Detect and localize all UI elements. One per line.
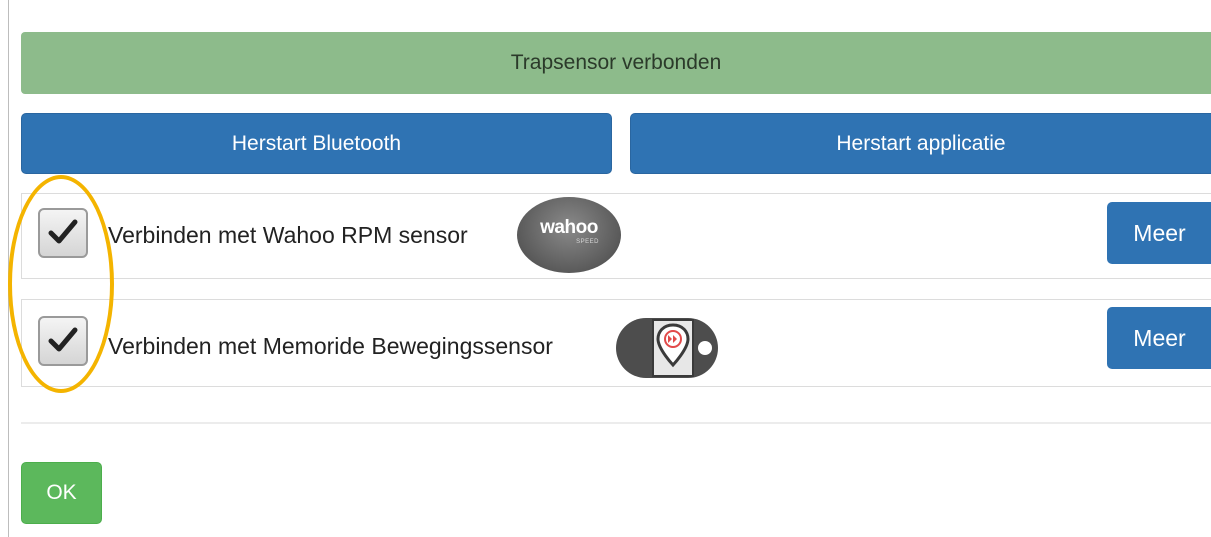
- sensor-row-wahoo: Verbinden met Wahoo RPM sensor wahoo SPE…: [21, 193, 1211, 279]
- ok-label: OK: [46, 481, 77, 504]
- sensor-row-memoride: Verbinden met Memoride Bewegingssensor M…: [21, 299, 1211, 387]
- ok-button[interactable]: OK: [21, 462, 102, 524]
- memoride-more-button[interactable]: Meer: [1107, 307, 1211, 369]
- memoride-logo-panel: [652, 319, 694, 377]
- footer-divider: [21, 422, 1211, 424]
- left-border: [8, 0, 9, 537]
- wahoo-logo-text: wahoo: [540, 217, 598, 238]
- memoride-more-label: Meer: [1133, 324, 1186, 351]
- checkmark-icon: [48, 219, 78, 244]
- wahoo-checkbox[interactable]: [38, 208, 88, 258]
- wahoo-more-button[interactable]: Meer: [1107, 202, 1211, 264]
- memoride-checkbox[interactable]: [38, 316, 88, 366]
- memoride-sensor-label: Verbinden met Memoride Bewegingssensor: [108, 333, 553, 359]
- restart-bluetooth-button[interactable]: Herstart Bluetooth: [21, 113, 612, 174]
- memoride-logo: [616, 318, 718, 378]
- wahoo-sensor-label: Verbinden met Wahoo RPM sensor: [108, 222, 468, 248]
- memoride-logo-dot: [698, 341, 712, 355]
- wahoo-more-label: Meer: [1133, 219, 1186, 246]
- restart-bluetooth-label: Herstart Bluetooth: [231, 131, 402, 155]
- checkmark-icon: [48, 327, 78, 352]
- restart-app-button[interactable]: Herstart applicatie: [630, 113, 1211, 174]
- restart-app-label: Herstart applicatie: [836, 131, 1006, 155]
- map-pin-icon: [656, 323, 690, 368]
- sensor-settings-page: Trapsensor verbonden Herstart Bluetooth …: [0, 0, 1211, 537]
- wahoo-logo: wahoo SPEED: [517, 197, 621, 273]
- connection-status-text: Trapsensor verbonden: [510, 51, 722, 74]
- wahoo-logo-subtext: SPEED: [576, 239, 599, 245]
- connection-status-bar: Trapsensor verbonden: [21, 32, 1211, 94]
